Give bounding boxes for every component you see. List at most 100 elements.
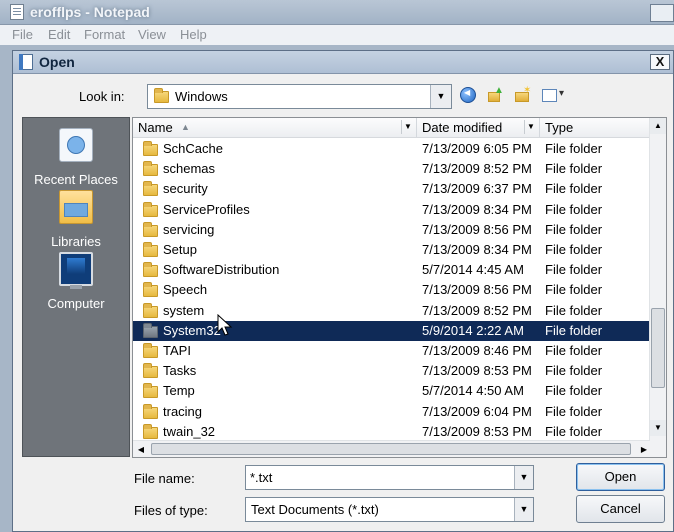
file-type: File folder xyxy=(545,363,603,379)
file-type: File folder xyxy=(545,423,603,439)
place-recent-places[interactable]: Recent Places xyxy=(23,126,129,192)
dialog-title-bar: Open X xyxy=(13,51,673,74)
file-date: 7/13/2009 8:53 PM xyxy=(422,423,532,439)
file-date: 7/13/2009 6:37 PM xyxy=(422,181,532,197)
menu-edit[interactable]: Edit xyxy=(48,27,70,42)
file-type-value: Text Documents (*.txt) xyxy=(251,502,379,517)
place-label: Computer xyxy=(47,296,105,311)
file-name: SchCache xyxy=(163,141,223,156)
up-folder-button[interactable] xyxy=(483,84,507,108)
file-date: 7/13/2009 8:52 PM xyxy=(422,302,532,318)
file-type: File folder xyxy=(545,343,603,358)
look-in-label: Look in: xyxy=(79,89,125,104)
horizontal-scrollbar[interactable]: ◀ ▶ xyxy=(133,440,652,457)
file-name: security xyxy=(163,181,208,197)
file-row[interactable]: tracing 7/13/2009 6:04 PM File folder xyxy=(133,402,652,422)
column-header-label: Date modified xyxy=(422,120,503,135)
back-button[interactable] xyxy=(457,84,481,108)
file-row[interactable]: Setup 7/13/2009 8:34 PM File folder xyxy=(133,240,652,260)
chevron-down-icon[interactable]: ▼ xyxy=(430,85,451,108)
file-name-input[interactable]: *.txt ▼ xyxy=(245,465,534,490)
file-row[interactable]: servicing 7/13/2009 8:56 PM File folder xyxy=(133,220,652,240)
place-computer[interactable]: Computer xyxy=(23,250,129,316)
file-type: File folder xyxy=(545,403,603,419)
open-button[interactable]: Open xyxy=(576,463,665,491)
file-row[interactable]: TAPI 7/13/2009 8:46 PM File folder xyxy=(133,341,652,361)
views-menu-button[interactable] xyxy=(540,84,568,108)
look-in-combo[interactable]: Windows ▼ xyxy=(147,84,452,109)
file-name-value: *.txt xyxy=(250,470,273,485)
file-name: system xyxy=(163,302,205,318)
dialog-close-button[interactable]: X xyxy=(650,54,670,70)
folder-icon xyxy=(143,262,158,278)
new-folder-button[interactable] xyxy=(511,84,535,108)
file-date: 7/13/2009 8:56 PM xyxy=(422,282,532,298)
file-row[interactable]: twain_32 7/13/2009 8:53 PM File folder xyxy=(133,422,652,442)
file-date: 5/7/2014 4:50 AM xyxy=(422,383,524,399)
file-row[interactable]: System32 5/9/2014 2:22 AM File folder xyxy=(133,320,652,341)
file-type: File folder xyxy=(545,161,603,177)
file-row[interactable]: Temp 5/7/2014 4:50 AM File folder xyxy=(133,381,652,401)
folder-icon xyxy=(143,403,158,419)
chevron-down-icon[interactable]: ▼ xyxy=(401,120,414,134)
scroll-down-arrow-icon[interactable]: ▼ xyxy=(650,420,666,436)
file-date: 7/13/2009 8:53 PM xyxy=(422,363,532,379)
file-row[interactable]: system 7/13/2009 8:52 PM File folder xyxy=(133,301,652,321)
menu-view[interactable]: View xyxy=(138,27,166,42)
vertical-scrollbar[interactable]: ▲ ▼ xyxy=(649,118,666,440)
file-type: File folder xyxy=(545,242,603,257)
cancel-button[interactable]: Cancel xyxy=(576,495,665,523)
file-name: schemas xyxy=(163,161,216,177)
look-in-value: Windows xyxy=(175,89,228,104)
file-row[interactable]: ServiceProfiles 7/13/2009 8:34 PM File fol… xyxy=(133,200,652,220)
file-row[interactable]: Tasks 7/13/2009 8:53 PM File folder xyxy=(133,361,652,381)
file-date: 5/9/2014 2:22 AM xyxy=(422,322,524,338)
notepad-title-bar: erofflps - Notepad xyxy=(0,0,674,25)
notepad-title: erofflps - Notepad xyxy=(30,4,150,20)
file-row[interactable]: SoftwareDistribution 5/7/2014 4:45 AM File… xyxy=(133,260,652,280)
file-row[interactable]: Speech 7/13/2009 8:56 PM File folder xyxy=(133,280,652,300)
file-row[interactable]: SchCache 7/13/2009 6:05 PM File folder xyxy=(133,139,652,159)
folder-icon xyxy=(143,423,158,439)
notepad-close-button[interactable] xyxy=(650,4,674,22)
file-name-label: File name: xyxy=(134,471,195,486)
scroll-corner xyxy=(650,440,666,457)
menu-help[interactable]: Help xyxy=(180,27,207,42)
file-date: 5/7/2014 4:45 AM xyxy=(422,262,524,278)
places-bar: Recent Places Libraries Computer xyxy=(22,117,130,457)
column-header-type[interactable]: Type xyxy=(539,118,654,137)
chevron-down-icon[interactable]: ▼ xyxy=(524,120,537,134)
scroll-left-arrow-icon[interactable]: ◀ xyxy=(133,441,149,457)
libraries-icon xyxy=(59,190,93,224)
file-type: File folder xyxy=(545,322,603,338)
file-date: 7/13/2009 8:34 PM xyxy=(422,242,532,257)
file-list[interactable]: Name ▲ ▼ Date modified ▼ Type SchCache 7/… xyxy=(132,117,667,458)
vertical-scroll-thumb[interactable] xyxy=(651,308,665,388)
file-row[interactable]: schemas 7/13/2009 8:52 PM File folder xyxy=(133,159,652,179)
chevron-down-icon[interactable]: ▼ xyxy=(514,466,533,489)
file-type: File folder xyxy=(545,221,603,237)
horizontal-scroll-thumb[interactable] xyxy=(151,443,631,455)
file-name: tracing xyxy=(163,403,203,419)
file-name: Speech xyxy=(163,282,208,298)
open-dialog: Open X Look in: Windows ▼ Recent Places … xyxy=(12,50,674,532)
file-name: SoftwareDistribution xyxy=(163,262,280,278)
place-label: Recent Places xyxy=(34,172,118,187)
file-type-select[interactable]: Text Documents (*.txt) ▼ xyxy=(245,497,534,522)
folder-icon xyxy=(143,322,158,338)
file-date: 7/13/2009 6:04 PM xyxy=(422,403,532,419)
folder-icon xyxy=(143,161,158,177)
file-name: Setup xyxy=(163,242,197,257)
menu-file[interactable]: File xyxy=(12,27,33,42)
menu-format[interactable]: Format xyxy=(84,27,125,42)
column-header-date[interactable]: Date modified ▼ xyxy=(416,118,539,137)
file-name: Tasks xyxy=(163,363,197,379)
folder-icon xyxy=(143,201,158,217)
scroll-up-arrow-icon[interactable]: ▲ xyxy=(650,118,666,134)
place-libraries[interactable]: Libraries xyxy=(23,188,129,254)
chevron-down-icon[interactable]: ▼ xyxy=(514,498,533,521)
dialog-icon xyxy=(19,54,33,70)
file-row[interactable]: security 7/13/2009 6:37 PM File folder xyxy=(133,179,652,199)
file-name: twain_32 xyxy=(163,423,216,439)
column-header-name[interactable]: Name ▲ ▼ xyxy=(133,118,415,137)
